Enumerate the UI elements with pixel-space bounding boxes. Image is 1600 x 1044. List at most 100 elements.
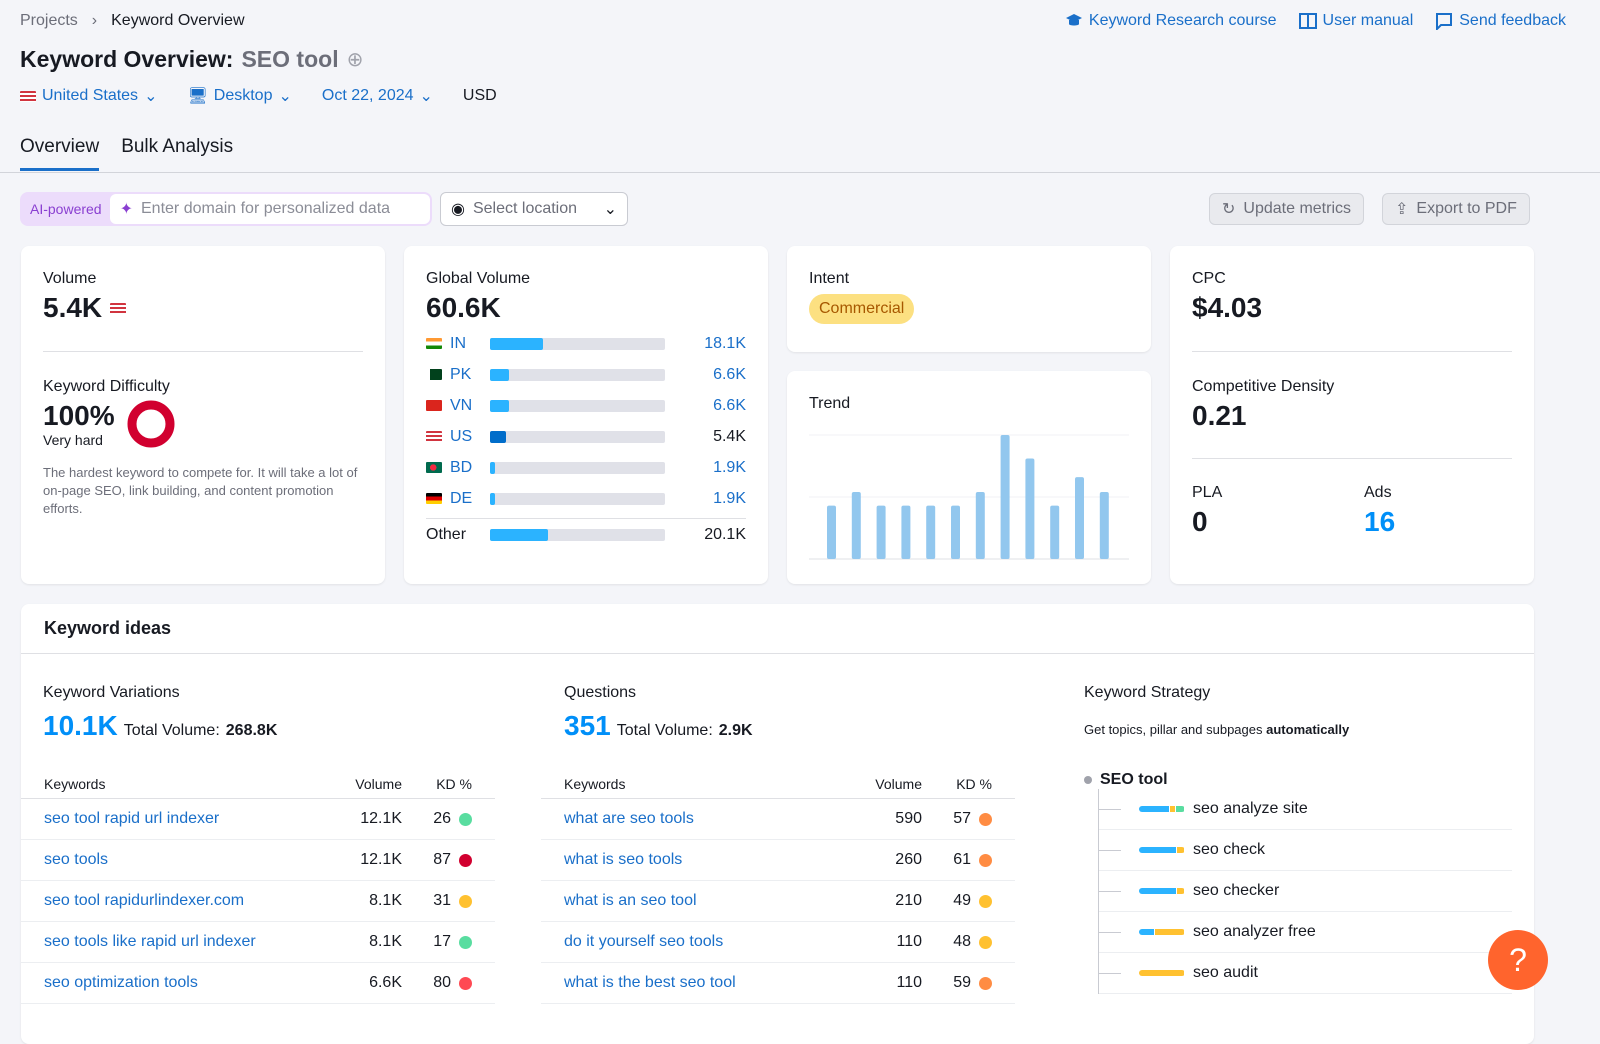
intent-bar: [1139, 929, 1185, 935]
country-row-in[interactable]: IN 18.1K: [426, 328, 746, 359]
location-pin-icon: ◉: [451, 201, 465, 218]
country-code: VN: [426, 397, 490, 415]
keyword-research-course-link[interactable]: Keyword Research course: [1065, 12, 1277, 30]
country-row-de[interactable]: DE 1.9K: [426, 483, 746, 514]
country-value: 6.6K: [713, 396, 746, 414]
node-label: seo analyze site: [1193, 800, 1308, 817]
date-label: Oct 22, 2024: [321, 87, 414, 104]
country-code: DE: [426, 490, 490, 508]
country-row-pk[interactable]: PK 6.6K: [426, 359, 746, 390]
tab-bulk-analysis[interactable]: Bulk Analysis: [121, 136, 233, 171]
intent-bar: [1139, 888, 1185, 894]
us-flag-icon: [20, 90, 36, 102]
strategy-node[interactable]: seo check: [1099, 830, 1512, 871]
kd-value: 59: [953, 974, 971, 991]
upload-icon: ⇪: [1395, 201, 1409, 218]
export-pdf-button[interactable]: ⇪ Export to PDF: [1382, 193, 1530, 225]
kd-value: 26: [433, 810, 451, 827]
ads-value[interactable]: 16: [1364, 506, 1395, 538]
keyword-link[interactable]: what is an seo tool: [564, 892, 852, 910]
graduation-cap-icon: [1065, 14, 1082, 26]
country-row-bd[interactable]: BD 1.9K: [426, 452, 746, 483]
filters: United States ⌄ 🖥 Desktop ⌄ Oct 22, 2024 ⌄ U…: [20, 86, 497, 106]
trend-bar[interactable]: [1050, 505, 1060, 559]
country-row-vn[interactable]: VN 6.6K: [426, 390, 746, 421]
keyword-link[interactable]: seo tools: [44, 851, 332, 869]
intent-bar: [1139, 970, 1185, 976]
variations-count[interactable]: 10.1K: [43, 710, 118, 742]
keyword-link[interactable]: do it yourself seo tools: [564, 933, 852, 951]
domain-input[interactable]: ✦ Enter domain for personalized data: [109, 194, 430, 224]
trend-bar[interactable]: [975, 492, 985, 559]
trend-bar[interactable]: [1000, 435, 1010, 559]
country-value: 1.9K: [713, 489, 746, 507]
col-volume: Volume: [875, 775, 922, 792]
keyword-link[interactable]: seo tool rapid url indexer: [44, 810, 332, 828]
keyword-link[interactable]: seo tool rapidurlindexer.com: [44, 892, 332, 910]
user-manual-link[interactable]: User manual: [1298, 12, 1413, 30]
kd-dot-icon: [459, 976, 472, 990]
keyword-variations: Keyword Variations 10.1K Total Volume: 268…: [43, 684, 277, 742]
country-value: 18.1K: [704, 334, 746, 352]
send-feedback-link[interactable]: Send feedback: [1435, 12, 1566, 30]
ai-domain-box: AI-powered ✦ Enter domain for personalize…: [20, 192, 432, 226]
keyword-link[interactable]: what is seo tools: [564, 851, 852, 869]
tab-overview[interactable]: Overview: [20, 136, 100, 171]
device-select[interactable]: 🖥 Desktop ⌄: [187, 86, 291, 106]
date-select[interactable]: Oct 22, 2024 ⌄: [322, 86, 433, 106]
strategy-node[interactable]: seo checker: [1099, 871, 1512, 912]
update-label: Update metrics: [1243, 200, 1351, 217]
trend-bar[interactable]: [951, 505, 960, 559]
de-flag-icon: [426, 493, 442, 504]
country-select[interactable]: United States ⌄: [20, 86, 157, 106]
country-row-us[interactable]: US 5.4K: [426, 421, 746, 452]
add-circle-icon[interactable]: ⊕: [347, 47, 364, 72]
keyword-link[interactable]: what are seo tools: [564, 810, 852, 828]
trend-bar[interactable]: [1075, 477, 1084, 559]
table-header: Keywords Volume KD %: [541, 769, 1015, 799]
node-label: seo checker: [1193, 882, 1280, 899]
trend-bar[interactable]: [851, 492, 861, 559]
country-bar: [490, 430, 665, 443]
kd-dot-icon: [979, 894, 992, 908]
trend-bar[interactable]: [827, 505, 836, 559]
page-title: Keyword Overview: SEO tool ⊕: [20, 46, 363, 73]
pla-value: 0: [1192, 506, 1208, 537]
strategy-node[interactable]: seo analyze site: [1099, 789, 1512, 830]
keyword-link[interactable]: seo optimization tools: [44, 974, 332, 992]
intent-bar: [1139, 806, 1185, 812]
strategy-node[interactable]: seo analyzer free: [1099, 912, 1512, 953]
kd-dot-icon: [459, 812, 472, 826]
keyword-link[interactable]: seo tools like rapid url indexer: [44, 933, 332, 951]
country-code-label: US: [450, 427, 473, 445]
cd-value: 0.21: [1192, 400, 1247, 431]
strategy-node[interactable]: seo audit: [1099, 953, 1512, 994]
country-list: IN 18.1K PK 6.6K VN 6.6K US 5.4K BD 1.9K DE 1.9K: [426, 328, 746, 514]
table-row: seo optimization tools 6.6K 80: [21, 963, 495, 1004]
strategy-label: Keyword Strategy: [1084, 684, 1211, 701]
bd-flag-icon: [426, 462, 442, 473]
intent-badge: Commercial: [809, 294, 915, 324]
strategy-root[interactable]: SEO tool: [1084, 771, 1512, 789]
us-flag-icon: [110, 302, 127, 314]
breadcrumb-projects[interactable]: Projects: [20, 12, 78, 30]
trend-bar[interactable]: [926, 505, 936, 559]
update-metrics-button[interactable]: ↻ Update metrics: [1209, 193, 1364, 225]
kd-level: Very hard: [43, 432, 103, 448]
trend-bar[interactable]: [1025, 458, 1035, 559]
kd-cell: 57: [922, 810, 992, 828]
trend-bar[interactable]: [901, 505, 911, 559]
help-button[interactable]: ?: [1488, 930, 1548, 990]
country-code-label: DE: [450, 489, 473, 507]
country-code: PK: [426, 366, 490, 384]
kd-label: Keyword Difficulty: [43, 378, 170, 395]
table-header: Keywords Volume KD %: [21, 769, 495, 799]
keyword-link[interactable]: what is the best seo tool: [564, 974, 852, 992]
volume-cell: 110: [896, 933, 922, 950]
divider: [1192, 458, 1512, 459]
location-select[interactable]: ◉ Select location ⌄: [440, 192, 628, 226]
pk-flag-icon: [426, 369, 442, 380]
trend-bar[interactable]: [876, 505, 886, 559]
trend-bar[interactable]: [1099, 492, 1109, 559]
questions-count[interactable]: 351: [564, 710, 611, 742]
